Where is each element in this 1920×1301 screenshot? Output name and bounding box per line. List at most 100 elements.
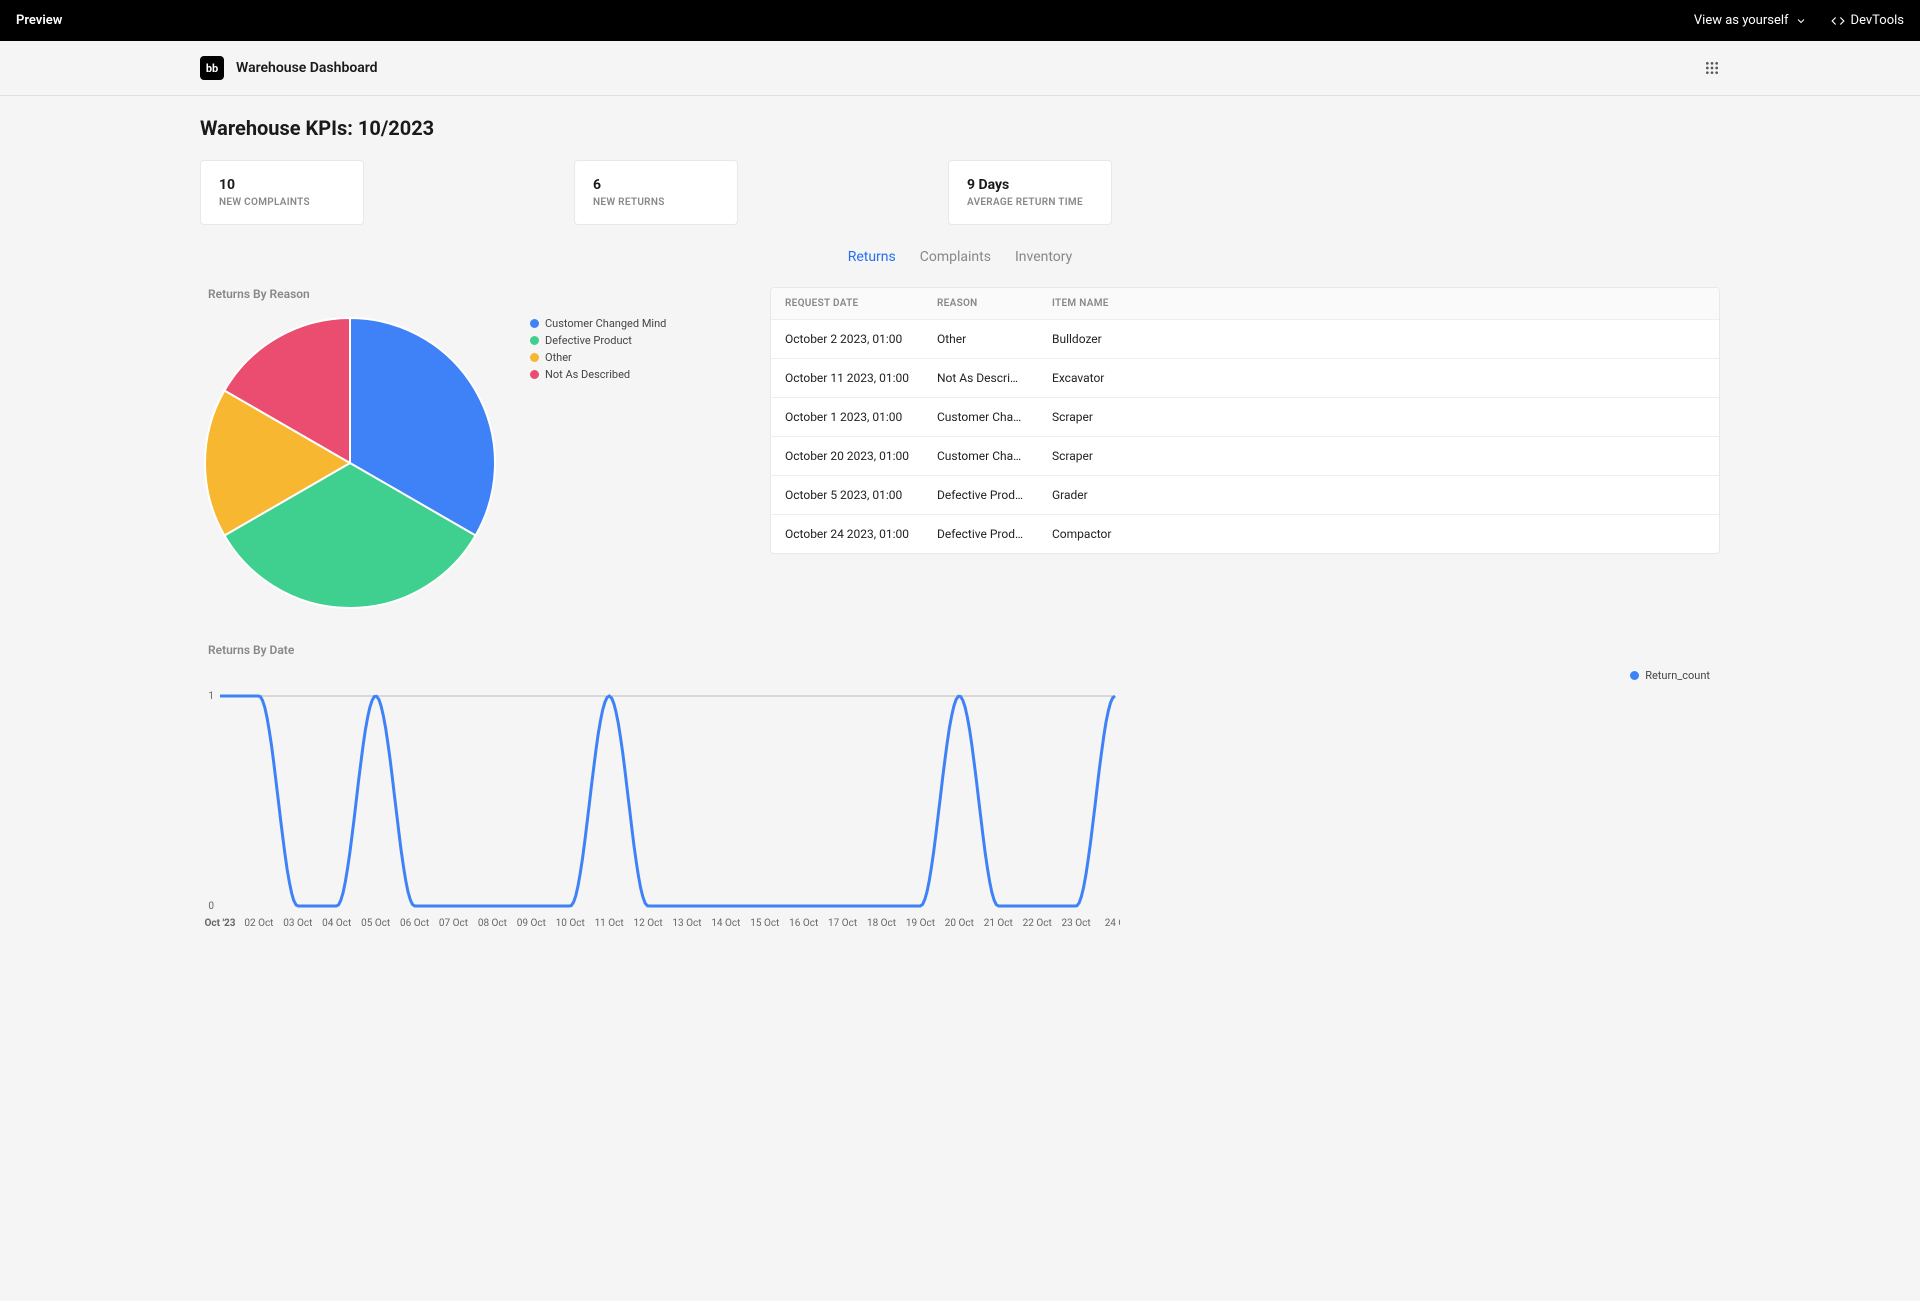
- table-cell: Excavator: [1038, 359, 1719, 398]
- table-row[interactable]: October 2 2023, 01:00OtherBulldozer: [771, 320, 1719, 359]
- table-cell: October 5 2023, 01:00: [771, 476, 923, 515]
- table-cell: Compactor: [1038, 515, 1719, 554]
- kpi-card-returns: 6 New Returns: [574, 160, 738, 225]
- legend-label: Customer Changed Mind: [545, 317, 666, 330]
- table-cell: Not As Described: [923, 359, 1038, 398]
- app-header: bb Warehouse Dashboard: [0, 41, 1920, 96]
- table-cell: October 1 2023, 01:00: [771, 398, 923, 437]
- svg-text:10 Oct: 10 Oct: [556, 918, 585, 929]
- svg-text:24 O: 24 O: [1105, 918, 1120, 929]
- returns-table: Request Date Reason Item Name October 2 …: [770, 287, 1720, 554]
- devtools-label: DevTools: [1851, 13, 1904, 28]
- table-header-item[interactable]: Item Name: [1038, 288, 1719, 320]
- table-cell: Customer Changed M…: [923, 437, 1038, 476]
- svg-text:08 Oct: 08 Oct: [478, 918, 507, 929]
- kpi-row: 10 New Complaints 6 New Returns 9 Days A…: [200, 160, 1720, 225]
- tab-bar: Returns Complaints Inventory: [200, 245, 1720, 269]
- svg-text:0: 0: [208, 901, 214, 912]
- svg-text:04 Oct: 04 Oct: [322, 918, 351, 929]
- legend-label: Other: [545, 351, 572, 364]
- svg-text:02 Oct: 02 Oct: [244, 918, 273, 929]
- line-chart: 01Oct '2302 Oct03 Oct04 Oct05 Oct06 Oct0…: [200, 686, 1120, 936]
- svg-text:05 Oct: 05 Oct: [361, 918, 390, 929]
- legend-dot-icon: [1630, 671, 1639, 680]
- svg-text:07 Oct: 07 Oct: [439, 918, 468, 929]
- svg-text:13 Oct: 13 Oct: [672, 918, 701, 929]
- app-title: Warehouse Dashboard: [236, 60, 378, 76]
- table-row[interactable]: October 24 2023, 01:00Defective ProductC…: [771, 515, 1719, 554]
- svg-text:18 Oct: 18 Oct: [867, 918, 896, 929]
- page-title: Warehouse KPIs: 10/2023: [200, 116, 1720, 140]
- pie-chart-title: Returns By Reason: [208, 287, 740, 301]
- legend-dot-icon: [530, 336, 539, 345]
- svg-text:03 Oct: 03 Oct: [283, 918, 312, 929]
- svg-text:17 Oct: 17 Oct: [828, 918, 857, 929]
- table-cell: October 20 2023, 01:00: [771, 437, 923, 476]
- kpi-value: 9 Days: [967, 177, 1093, 193]
- legend-label: Defective Product: [545, 334, 632, 347]
- devtools-button[interactable]: DevTools: [1831, 13, 1904, 28]
- table-cell: October 11 2023, 01:00: [771, 359, 923, 398]
- preview-label: Preview: [16, 13, 62, 28]
- tab-returns[interactable]: Returns: [848, 245, 896, 269]
- svg-text:16 Oct: 16 Oct: [789, 918, 818, 929]
- table-cell: October 24 2023, 01:00: [771, 515, 923, 554]
- legend-item: Customer Changed Mind: [530, 317, 666, 330]
- legend-item: Not As Described: [530, 368, 666, 381]
- legend-item: Other: [530, 351, 666, 364]
- table-row[interactable]: October 1 2023, 01:00Customer Changed M……: [771, 398, 1719, 437]
- svg-text:11 Oct: 11 Oct: [595, 918, 624, 929]
- returns-by-reason-panel: Returns By Reason Customer Changed Mind D…: [200, 287, 740, 613]
- pie-chart: [200, 313, 500, 613]
- legend-dot-icon: [530, 370, 539, 379]
- table-row[interactable]: October 5 2023, 01:00Defective ProductGr…: [771, 476, 1719, 515]
- tab-complaints[interactable]: Complaints: [920, 245, 991, 269]
- line-series: [220, 696, 1115, 906]
- kpi-label: Average Return Time: [967, 197, 1093, 208]
- preview-topbar: Preview View as yourself DevTools: [0, 0, 1920, 41]
- table-cell: Grader: [1038, 476, 1719, 515]
- kpi-card-complaints: 10 New Complaints: [200, 160, 364, 225]
- svg-text:12 Oct: 12 Oct: [633, 918, 662, 929]
- kpi-label: New Returns: [593, 197, 719, 208]
- legend-label: Not As Described: [545, 368, 630, 381]
- svg-text:21 Oct: 21 Oct: [984, 918, 1013, 929]
- kpi-value: 6: [593, 177, 719, 193]
- svg-text:19 Oct: 19 Oct: [906, 918, 935, 929]
- table-cell: Bulldozer: [1038, 320, 1719, 359]
- table-cell: Customer Changed M…: [923, 398, 1038, 437]
- legend-dot-icon: [530, 353, 539, 362]
- table-cell: Scraper: [1038, 437, 1719, 476]
- table-cell: Defective Product: [923, 476, 1038, 515]
- grid-icon: [1704, 60, 1720, 76]
- svg-text:1: 1: [208, 691, 214, 702]
- table-cell: Other: [923, 320, 1038, 359]
- line-legend: Return_count: [200, 669, 1720, 682]
- apps-grid-button[interactable]: [1704, 60, 1720, 76]
- kpi-value: 10: [219, 177, 345, 193]
- line-chart-title: Returns By Date: [208, 643, 1720, 657]
- pie-legend: Customer Changed Mind Defective Product Ot…: [530, 317, 666, 385]
- svg-text:14 Oct: 14 Oct: [711, 918, 740, 929]
- svg-text:20 Oct: 20 Oct: [945, 918, 974, 929]
- legend-dot-icon: [530, 319, 539, 328]
- app-logo-icon: bb: [200, 56, 224, 80]
- svg-text:09 Oct: 09 Oct: [517, 918, 546, 929]
- returns-by-date-panel: Returns By Date Return_count 0 1 Oct '23 02…: [200, 643, 1720, 936]
- table-cell: October 2 2023, 01:00: [771, 320, 923, 359]
- tab-inventory[interactable]: Inventory: [1015, 245, 1072, 269]
- view-as-dropdown[interactable]: View as yourself: [1694, 13, 1807, 28]
- table-header-date[interactable]: Request Date: [771, 288, 923, 320]
- view-as-label: View as yourself: [1694, 13, 1789, 28]
- table-cell: Defective Product: [923, 515, 1038, 554]
- line-legend-label: Return_count: [1645, 669, 1710, 682]
- svg-text:22 Oct: 22 Oct: [1023, 918, 1052, 929]
- kpi-card-avg-return-time: 9 Days Average Return Time: [948, 160, 1112, 225]
- table-row[interactable]: October 20 2023, 01:00Customer Changed M…: [771, 437, 1719, 476]
- table-header-reason[interactable]: Reason: [923, 288, 1038, 320]
- svg-text:23 Oct: 23 Oct: [1062, 918, 1091, 929]
- svg-text:15 Oct: 15 Oct: [750, 918, 779, 929]
- svg-text:Oct '23: Oct '23: [204, 918, 235, 929]
- table-cell: Scraper: [1038, 398, 1719, 437]
- table-row[interactable]: October 11 2023, 01:00Not As DescribedEx…: [771, 359, 1719, 398]
